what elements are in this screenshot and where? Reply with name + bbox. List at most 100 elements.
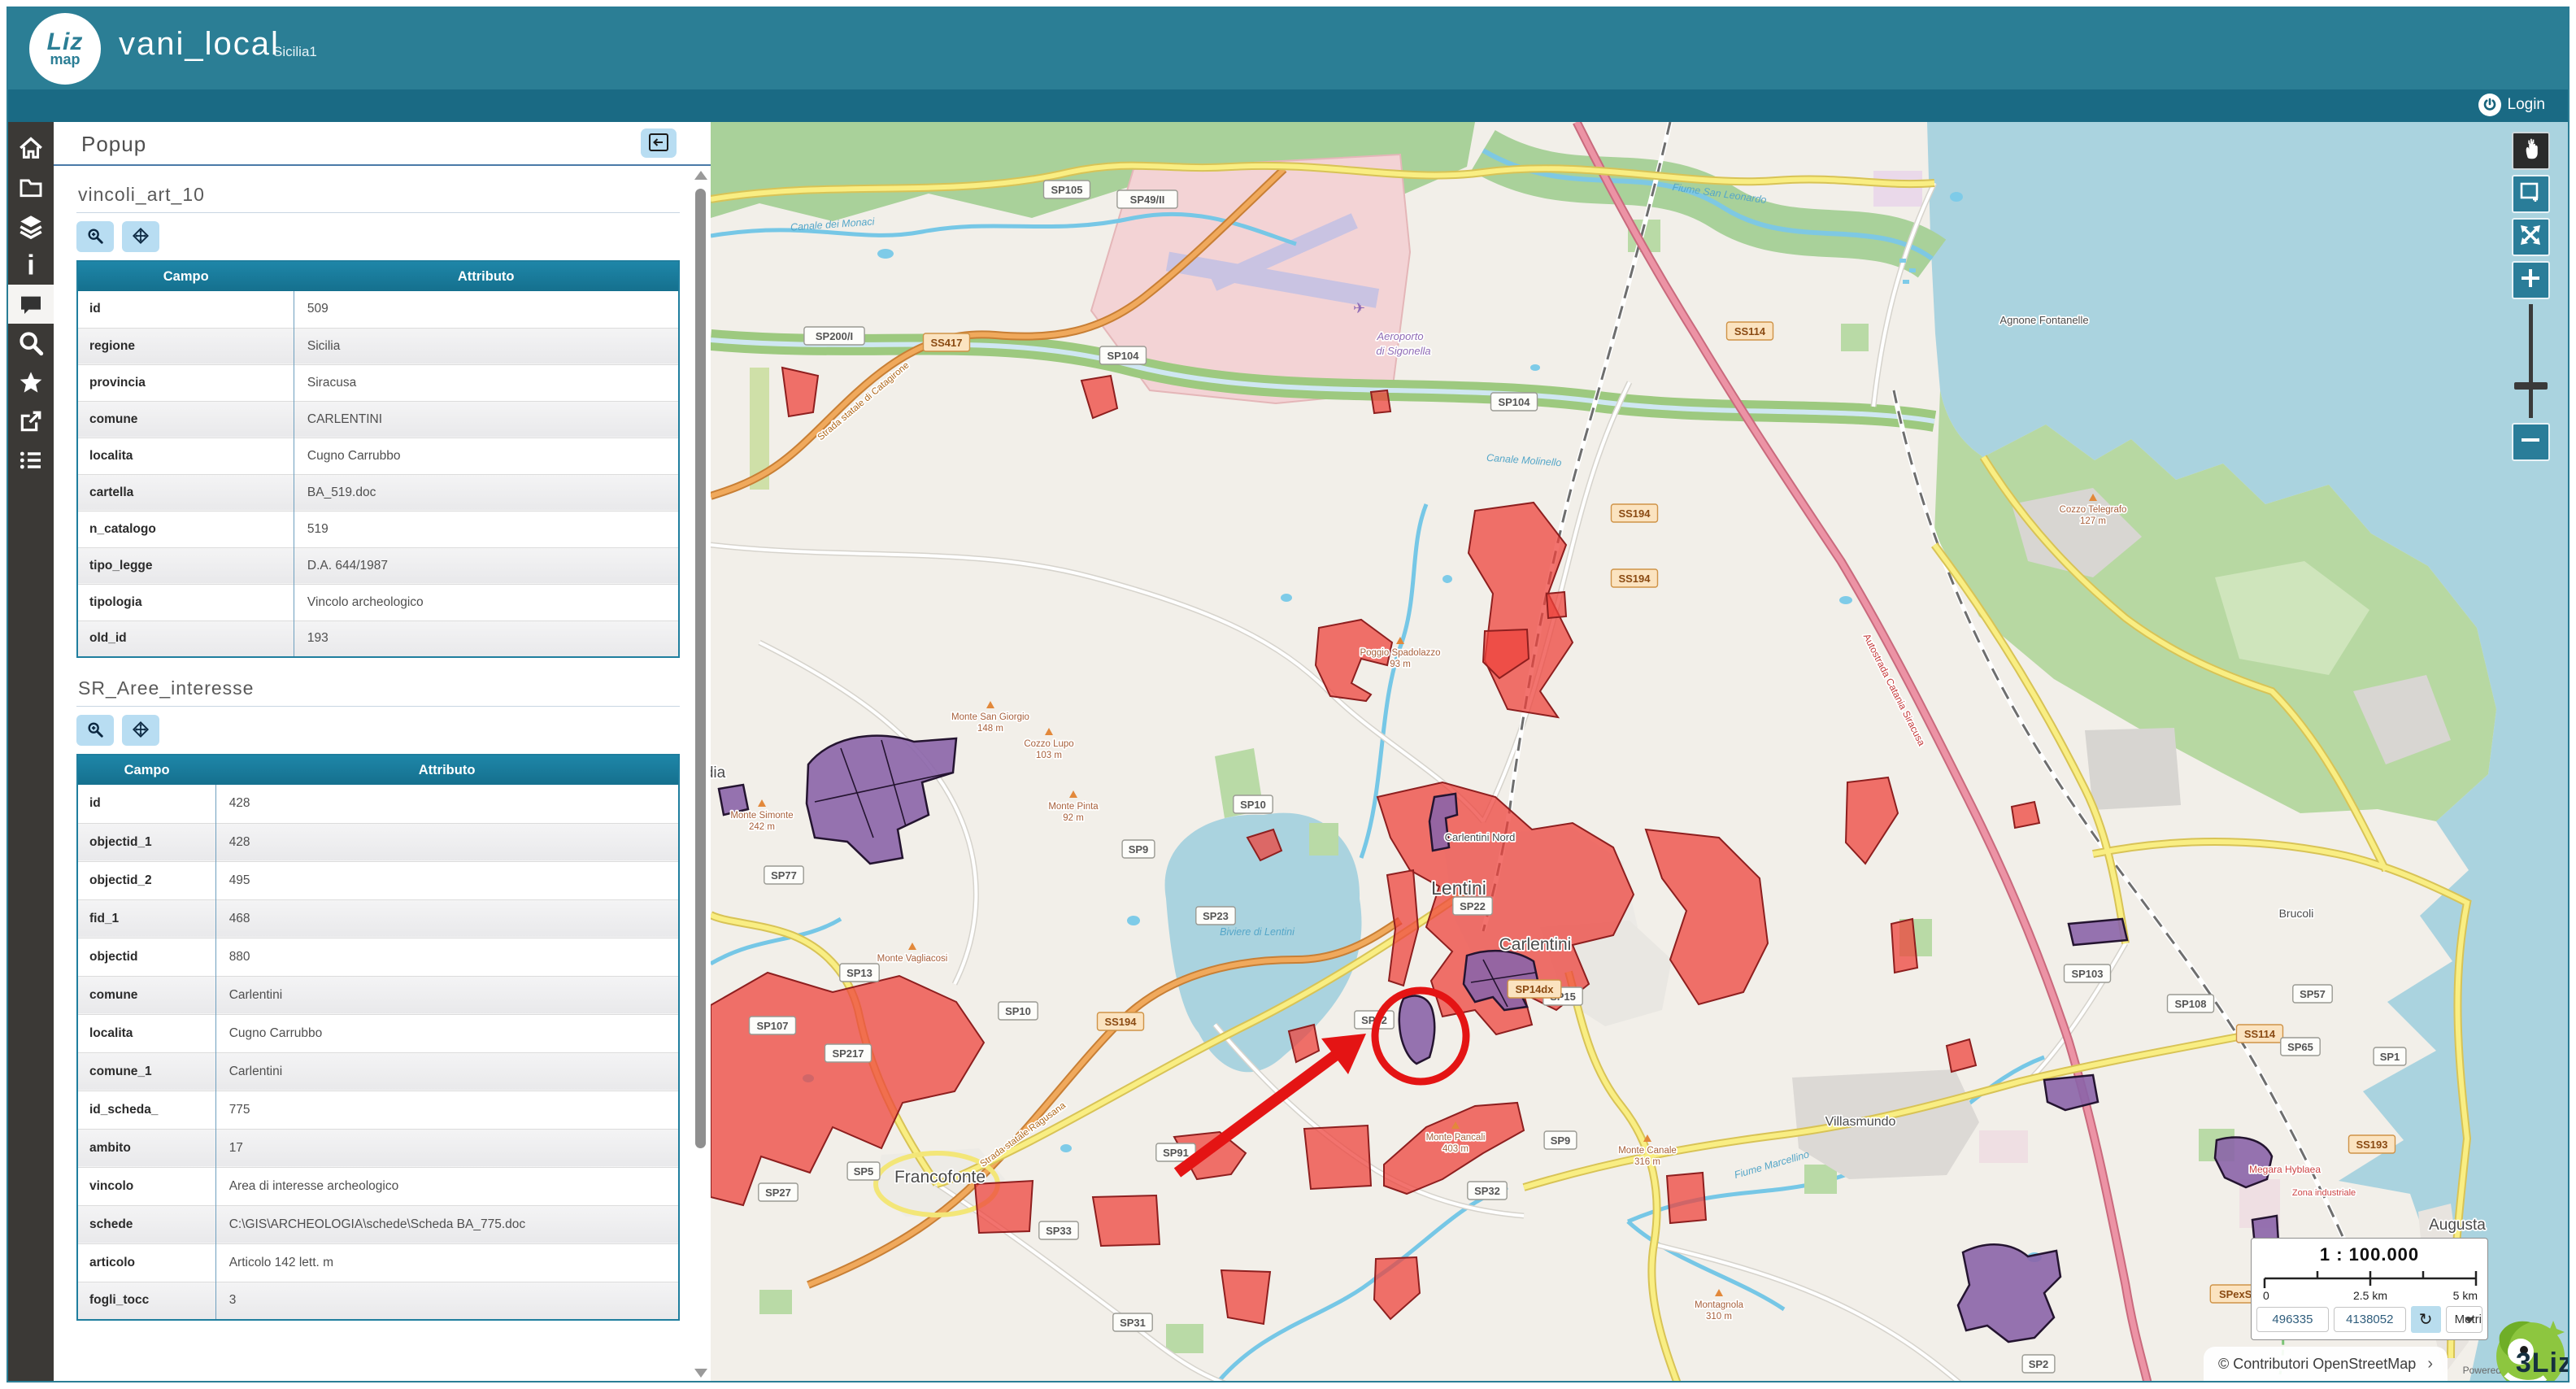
login-bar: Login (8, 89, 2568, 122)
scroll-up-arrow[interactable] (694, 171, 707, 180)
layer-title: vincoli_art_10 (76, 172, 680, 213)
svg-text:Monte Pinta: Monte Pinta (1048, 802, 1099, 812)
svg-text:127 m: 127 m (2080, 516, 2106, 526)
svg-text:SP2: SP2 (2029, 1358, 2049, 1370)
town-label: Brucoli (2279, 907, 2314, 920)
panel-scrollbar[interactable] (694, 171, 707, 1378)
attribution-expand-chevron[interactable]: › (2427, 1355, 2433, 1374)
svg-text:SP49/II: SP49/II (1130, 194, 1165, 206)
field-value: 468 (215, 899, 679, 938)
sidebar-item-layers[interactable] (8, 207, 54, 246)
table-row: localitaCugno Carrubbo (77, 438, 679, 474)
field-value: 3 (215, 1282, 679, 1320)
zoom-in-button[interactable] (2512, 261, 2550, 299)
road-badge: SP14dx (1508, 980, 1561, 998)
road-badge: SP2 (2022, 1355, 2055, 1373)
header-bar: Liz map vani_local Sicilia1 (8, 8, 2568, 89)
map-controls (2511, 132, 2550, 461)
field-name: old_id (77, 620, 294, 657)
collapse-panel-button[interactable] (641, 128, 677, 158)
svg-text:Cozzo Telegrafo: Cozzo Telegrafo (2060, 505, 2127, 515)
road-badge: SP27 (759, 1183, 798, 1201)
sidebar-item-share[interactable] (8, 402, 54, 441)
column-header: Campo (77, 755, 215, 785)
zoom-to-feature-button[interactable] (76, 221, 114, 252)
sidebar-item-info[interactable]: i (8, 246, 54, 285)
x-coordinate-input[interactable]: 496335 (2256, 1307, 2329, 1332)
pan-tool-button[interactable] (2512, 132, 2550, 170)
field-value: CARLENTINI (294, 401, 679, 438)
svg-text:SP105: SP105 (1051, 184, 1082, 196)
table-row: id509 (77, 291, 679, 328)
field-value: Vincolo archeologico (294, 584, 679, 620)
scrollbar-thumb[interactable] (695, 189, 706, 1148)
table-row: schedeC:\GIS\ARCHEOLOGIA\schede\Scheda B… (77, 1205, 679, 1243)
road-badge: SP103 (2065, 964, 2111, 982)
list-icon (18, 447, 44, 473)
table-row: comuneCarlentini (77, 976, 679, 1014)
zoom-extent-button[interactable] (2512, 218, 2550, 256)
field-name: localita (77, 438, 294, 474)
zoom-slider[interactable] (2512, 304, 2550, 418)
popup-feature-section: vincoli_art_10CampoAttributoid509regione… (76, 172, 690, 658)
zoom-box-button[interactable] (2512, 175, 2550, 213)
center-on-feature-button[interactable] (122, 221, 159, 252)
osm-attribution-link[interactable]: © Contributori OpenStreetMap (2218, 1356, 2416, 1373)
field-value: 428 (215, 823, 679, 861)
scale-tick-max: 5 km (2453, 1289, 2478, 1302)
svg-text:SP108: SP108 (2174, 998, 2206, 1010)
sidebar-item-legend[interactable] (8, 441, 54, 480)
field-name: cartella (77, 474, 294, 511)
table-row: n_catalogo519 (77, 511, 679, 547)
table-row: objectid880 (77, 938, 679, 976)
table-row: provinciaSiracusa (77, 364, 679, 401)
center-on-feature-button[interactable] (122, 715, 159, 746)
road-badge: SP23 (1196, 907, 1235, 925)
chevron-down-icon (2465, 1317, 2474, 1323)
field-name: provincia (77, 364, 294, 401)
scroll-down-arrow[interactable] (694, 1369, 707, 1378)
svg-text:SP27: SP27 (765, 1187, 791, 1199)
zoom-slider-handle[interactable] (2514, 382, 2548, 390)
sidebar-item-home[interactable] (8, 128, 54, 168)
minus-icon (2518, 428, 2543, 456)
zoom-to-feature-button[interactable] (76, 715, 114, 746)
sidebar-item-projects[interactable] (8, 168, 54, 207)
attribute-table: CampoAttributoid428objectid_1428objectid… (76, 754, 680, 1321)
sidebar-item-search[interactable] (8, 324, 54, 363)
svg-text:Monte San Giorgio: Monte San Giorgio (951, 712, 1029, 722)
svg-text:SP9: SP9 (1129, 843, 1149, 856)
map-canvas[interactable]: ✈ (711, 122, 2568, 1381)
table-row: id428 (77, 785, 679, 823)
road-badge: SS114 (1727, 322, 1773, 340)
road-badge: SP200/I (804, 327, 864, 345)
field-value: C:\GIS\ARCHEOLOGIA\schede\Scheda BA_775.… (215, 1205, 679, 1243)
field-value: D.A. 644/1987 (294, 547, 679, 584)
road-badge: SP33 (1039, 1221, 1078, 1239)
svg-text:Monte Canale: Monte Canale (1618, 1146, 1677, 1156)
field-name: tipologia (77, 584, 294, 620)
zoom-out-button[interactable] (2512, 423, 2550, 461)
field-value: 880 (215, 938, 679, 976)
svg-text:Monte Simonte: Monte Simonte (730, 811, 793, 821)
road-badge: SP9 (1544, 1131, 1577, 1149)
table-row: comune_1Carlentini (77, 1052, 679, 1091)
unit-select[interactable]: Metri (2446, 1306, 2482, 1333)
sidebar-item-favorites[interactable] (8, 363, 54, 402)
table-row: articoloArticolo 142 lett. m (77, 1243, 679, 1282)
map-note-label: Zona industriale (2292, 1188, 2356, 1198)
refresh-coords-button[interactable]: ↻ (2411, 1306, 2441, 1333)
map-viewport[interactable]: ✈ (711, 122, 2568, 1381)
svg-text:SS114: SS114 (1734, 325, 1766, 337)
field-value: Articolo 142 lett. m (215, 1243, 679, 1282)
sidebar-item-popup[interactable] (8, 285, 54, 324)
svg-text:SP200/I: SP200/I (816, 330, 853, 342)
svg-text:Monte Vagliacosi: Monte Vagliacosi (877, 954, 948, 964)
svg-text:403 m: 403 m (1442, 1144, 1469, 1154)
field-name: objectid (77, 938, 215, 976)
y-coordinate-input[interactable]: 4138052 (2334, 1307, 2406, 1332)
field-value: 519 (294, 511, 679, 547)
svg-text:SP23: SP23 (1203, 910, 1229, 922)
login-button[interactable]: Login (2478, 94, 2546, 116)
popup-panel-header: Popup (54, 122, 711, 166)
